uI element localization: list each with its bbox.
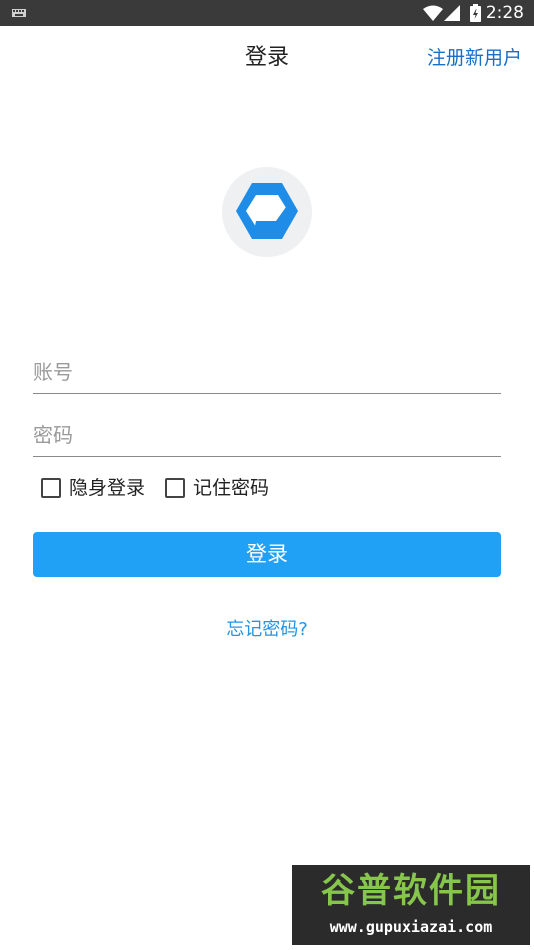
app-header: 登录 注册新用户 — [0, 26, 534, 90]
watermark-url: www.gupuxiazai.com — [329, 918, 493, 936]
wifi-icon — [423, 5, 443, 21]
status-time: 2:28 — [485, 3, 524, 23]
stealth-login-checkbox[interactable]: 隐身登录 — [41, 476, 145, 500]
battery-icon — [470, 4, 481, 22]
stealth-login-label: 隐身登录 — [69, 477, 146, 499]
app-logo-icon — [236, 183, 298, 239]
watermark-title: 谷普软件园 — [321, 871, 501, 911]
signal-icon — [444, 5, 460, 21]
remember-password-checkbox[interactable]: 记住密码 — [165, 476, 269, 500]
remember-password-label: 记住密码 — [193, 477, 270, 499]
login-button[interactable]: 登录 — [33, 532, 501, 577]
watermark: 谷普软件园 www.gupuxiazai.com — [292, 865, 530, 945]
account-input[interactable] — [33, 353, 493, 391]
checkbox-box[interactable] — [165, 478, 185, 498]
register-link[interactable]: 注册新用户 — [427, 44, 522, 72]
checkbox-box[interactable] — [41, 478, 61, 498]
status-bar: 2:28 — [0, 0, 534, 26]
keyboard-icon — [12, 9, 26, 17]
password-field — [33, 416, 501, 457]
forgot-password-link[interactable]: 忘记密码? — [0, 617, 534, 643]
app-logo — [222, 167, 312, 257]
account-field — [33, 353, 501, 394]
password-input[interactable] — [33, 416, 493, 454]
